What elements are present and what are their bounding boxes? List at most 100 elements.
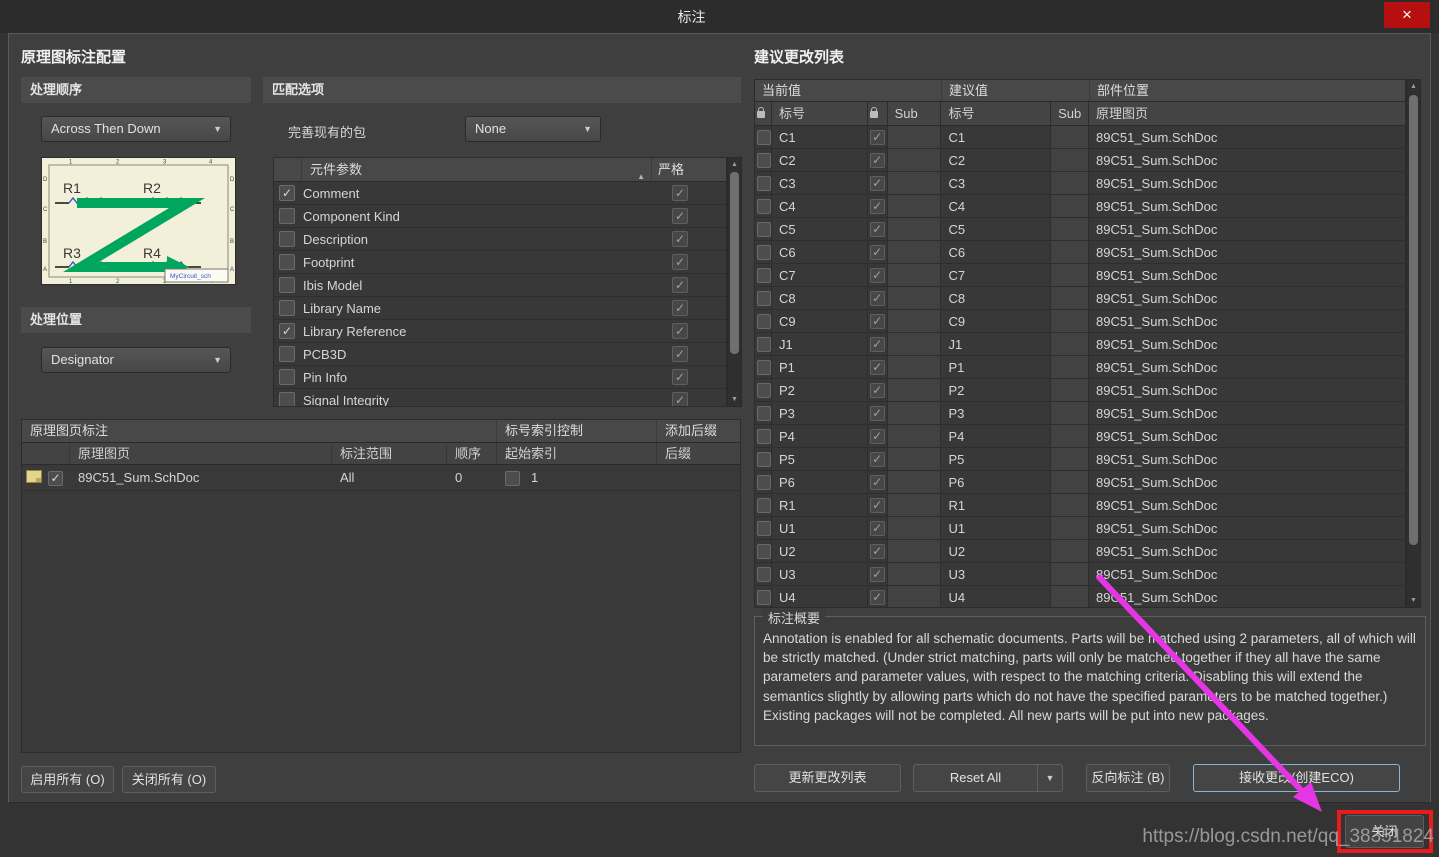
- change-row[interactable]: U1 ✓ U1 89C51_Sum.SchDoc: [755, 517, 1405, 540]
- param-strict-checkbox[interactable]: ✓: [672, 346, 688, 362]
- param-row[interactable]: Signal Integrity ✓: [274, 389, 726, 406]
- change-row[interactable]: C1 ✓ C1 89C51_Sum.SchDoc: [755, 126, 1405, 149]
- sub-lock-checkbox[interactable]: ✓: [869, 198, 885, 214]
- param-enabled-checkbox[interactable]: [279, 346, 295, 362]
- process-order-dropdown[interactable]: Across Then Down ▼: [41, 116, 231, 142]
- change-row[interactable]: U4 ✓ U4 89C51_Sum.SchDoc: [755, 586, 1405, 607]
- reset-all-button[interactable]: Reset All ▼: [913, 764, 1063, 792]
- process-location-dropdown[interactable]: Designator ▼: [41, 347, 231, 373]
- current-lock-checkbox[interactable]: [757, 520, 771, 536]
- change-row[interactable]: C3 ✓ C3 89C51_Sum.SchDoc: [755, 172, 1405, 195]
- scrollbar-thumb[interactable]: [1409, 95, 1418, 545]
- sub-lock-checkbox[interactable]: ✓: [869, 175, 885, 191]
- change-row[interactable]: C7 ✓ C7 89C51_Sum.SchDoc: [755, 264, 1405, 287]
- sheet-scope-value[interactable]: All: [332, 470, 447, 485]
- sub-lock-checkbox[interactable]: ✓: [869, 451, 885, 467]
- sub-lock-checkbox[interactable]: ✓: [869, 382, 885, 398]
- sub-lock-checkbox[interactable]: ✓: [869, 221, 885, 237]
- changes-table-scrollbar[interactable]: ▲ ▼: [1406, 79, 1421, 608]
- change-row[interactable]: P1 ✓ P1 89C51_Sum.SchDoc: [755, 356, 1405, 379]
- scroll-down-icon[interactable]: ▼: [728, 393, 741, 406]
- close-icon[interactable]: ×: [1384, 2, 1430, 28]
- current-sub-column[interactable]: Sub: [888, 102, 942, 125]
- sub-lock-checkbox[interactable]: ✓: [869, 589, 885, 605]
- scrollbar-thumb[interactable]: [730, 172, 739, 354]
- sheet-row[interactable]: ✓ 89C51_Sum.SchDoc All 0 1: [22, 465, 740, 491]
- sub-lock-checkbox[interactable]: ✓: [869, 428, 885, 444]
- current-lock-checkbox[interactable]: [757, 129, 771, 145]
- change-row[interactable]: U2 ✓ U2 89C51_Sum.SchDoc: [755, 540, 1405, 563]
- param-row[interactable]: ✓ Comment ✓: [274, 182, 726, 205]
- sub-lock-checkbox[interactable]: ✓: [869, 566, 885, 582]
- param-row[interactable]: ✓ Library Reference ✓: [274, 320, 726, 343]
- start-index-checkbox[interactable]: [505, 470, 520, 486]
- change-row[interactable]: C8 ✓ C8 89C51_Sum.SchDoc: [755, 287, 1405, 310]
- param-enabled-checkbox[interactable]: [279, 392, 295, 406]
- start-index-column[interactable]: 起始索引: [497, 443, 657, 464]
- current-lock-checkbox[interactable]: [757, 175, 771, 191]
- change-row[interactable]: U3 ✓ U3 89C51_Sum.SchDoc: [755, 563, 1405, 586]
- param-enabled-checkbox[interactable]: [279, 231, 295, 247]
- param-row[interactable]: PCB3D ✓: [274, 343, 726, 366]
- param-enabled-checkbox[interactable]: ✓: [279, 323, 295, 339]
- sub-lock-checkbox[interactable]: ✓: [869, 290, 885, 306]
- param-strict-checkbox[interactable]: ✓: [672, 208, 688, 224]
- proposed-designator-column[interactable]: 标号: [941, 102, 1052, 125]
- scroll-up-icon[interactable]: ▲: [728, 158, 741, 171]
- close-button[interactable]: 关闭: [1345, 815, 1424, 848]
- sub-lock-checkbox[interactable]: ✓: [869, 152, 885, 168]
- param-row[interactable]: Component Kind ✓: [274, 205, 726, 228]
- param-strict-checkbox[interactable]: ✓: [672, 185, 688, 201]
- current-lock-checkbox[interactable]: [757, 198, 771, 214]
- chevron-down-icon[interactable]: ▼: [1037, 765, 1062, 791]
- strict-column-header[interactable]: 严格: [652, 158, 726, 181]
- param-row[interactable]: Footprint ✓: [274, 251, 726, 274]
- current-lock-checkbox[interactable]: [757, 313, 771, 329]
- current-lock-checkbox[interactable]: [757, 543, 771, 559]
- current-lock-checkbox[interactable]: [757, 566, 771, 582]
- param-strict-checkbox[interactable]: ✓: [672, 392, 688, 406]
- change-row[interactable]: P3 ✓ P3 89C51_Sum.SchDoc: [755, 402, 1405, 425]
- sub-lock-checkbox[interactable]: ✓: [869, 267, 885, 283]
- sheet-column[interactable]: 原理图页: [70, 443, 332, 464]
- change-row[interactable]: C2 ✓ C2 89C51_Sum.SchDoc: [755, 149, 1405, 172]
- param-row[interactable]: Ibis Model ✓: [274, 274, 726, 297]
- sub-lock-checkbox[interactable]: ✓: [869, 313, 885, 329]
- current-lock-checkbox[interactable]: [757, 290, 771, 306]
- sub-lock-checkbox[interactable]: ✓: [869, 359, 885, 375]
- current-lock-checkbox[interactable]: [757, 497, 771, 513]
- sub-lock-checkbox[interactable]: ✓: [869, 405, 885, 421]
- back-annotate-button[interactable]: 反向标注 (B): [1086, 764, 1170, 792]
- param-strict-checkbox[interactable]: ✓: [672, 300, 688, 316]
- param-row[interactable]: Pin Info ✓: [274, 366, 726, 389]
- change-row[interactable]: P5 ✓ P5 89C51_Sum.SchDoc: [755, 448, 1405, 471]
- current-lock-checkbox[interactable]: [757, 359, 771, 375]
- sheet-order-value[interactable]: 0: [447, 470, 497, 485]
- current-lock-checkbox[interactable]: [757, 382, 771, 398]
- current-lock-checkbox[interactable]: [757, 244, 771, 260]
- current-designator-column[interactable]: 标号: [772, 102, 868, 125]
- change-row[interactable]: P6 ✓ P6 89C51_Sum.SchDoc: [755, 471, 1405, 494]
- current-lock-checkbox[interactable]: [757, 405, 771, 421]
- sub-lock-checkbox[interactable]: ✓: [869, 520, 885, 536]
- param-table-scrollbar[interactable]: ▲ ▼: [727, 157, 742, 407]
- param-enabled-checkbox[interactable]: [279, 208, 295, 224]
- change-row[interactable]: J1 ✓ J1 89C51_Sum.SchDoc: [755, 333, 1405, 356]
- change-row[interactable]: R1 ✓ R1 89C51_Sum.SchDoc: [755, 494, 1405, 517]
- current-lock-checkbox[interactable]: [757, 589, 771, 605]
- change-row[interactable]: P2 ✓ P2 89C51_Sum.SchDoc: [755, 379, 1405, 402]
- order-column[interactable]: 顺序: [447, 443, 497, 464]
- sub-lock-checkbox[interactable]: ✓: [869, 129, 885, 145]
- sub-lock-checkbox[interactable]: ✓: [869, 336, 885, 352]
- suffix-column[interactable]: 后缀: [657, 443, 740, 464]
- sub-lock-checkbox[interactable]: ✓: [869, 244, 885, 260]
- param-column-header[interactable]: 元件参数 ▲: [302, 158, 652, 181]
- current-lock-checkbox[interactable]: [757, 336, 771, 352]
- scroll-down-icon[interactable]: ▼: [1407, 594, 1420, 607]
- scroll-up-icon[interactable]: ▲: [1407, 80, 1420, 93]
- enable-all-button[interactable]: 启用所有 (O): [21, 766, 114, 793]
- change-row[interactable]: P4 ✓ P4 89C51_Sum.SchDoc: [755, 425, 1405, 448]
- current-lock-checkbox[interactable]: [757, 152, 771, 168]
- param-row[interactable]: Library Name ✓: [274, 297, 726, 320]
- param-strict-checkbox[interactable]: ✓: [672, 231, 688, 247]
